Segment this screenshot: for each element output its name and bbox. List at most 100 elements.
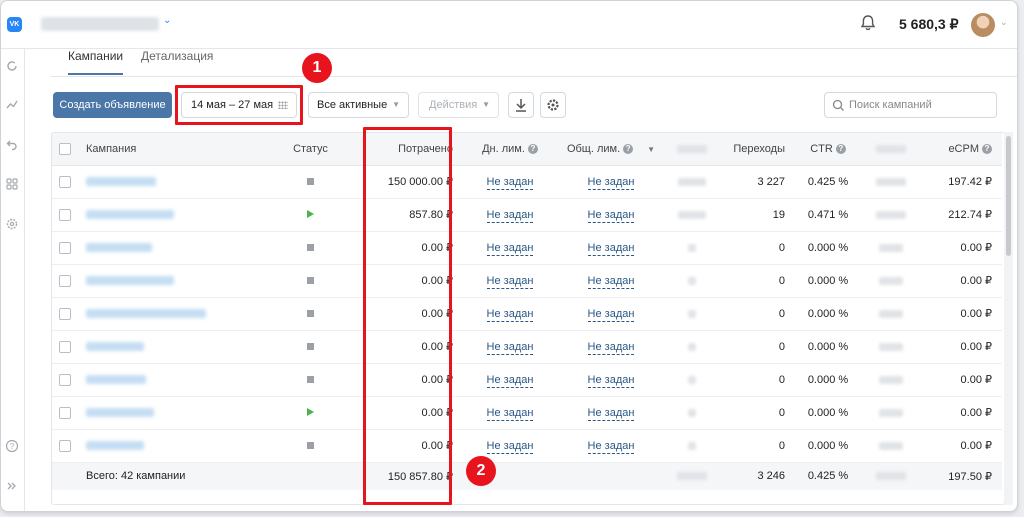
campaign-name-blurred[interactable] <box>86 210 174 220</box>
campaign-name-blurred[interactable] <box>86 243 152 253</box>
table-row[interactable]: 0.00 ₽ Не задан Не задан 0 0.000 % 0.00 ₽ <box>52 363 1002 397</box>
campaign-name-blurred[interactable] <box>86 375 146 385</box>
refresh-icon[interactable] <box>5 59 19 73</box>
total-limit-link[interactable]: Не задан <box>587 340 635 355</box>
day-limit-link[interactable]: Не задан <box>486 340 534 355</box>
day-limit-link[interactable]: Не задан <box>486 274 534 289</box>
table-row[interactable]: 0.00 ₽ Не задан Не задан 0 0.000 % 0.00 ₽ <box>52 396 1002 430</box>
campaign-name-cell[interactable] <box>78 297 268 331</box>
campaign-name-blurred[interactable] <box>86 342 144 352</box>
campaign-name-blurred[interactable] <box>86 309 206 319</box>
row-checkbox[interactable] <box>59 208 71 221</box>
play-status-icon[interactable] <box>307 209 314 218</box>
table-row[interactable]: 0.00 ₽ Не задан Не задан 0 0.000 % 0.00 ₽ <box>52 231 1002 265</box>
total-limit-link[interactable]: Не задан <box>587 406 635 421</box>
table-row[interactable]: 0.00 ₽ Не задан Не задан 0 0.000 % 0.00 ₽ <box>52 297 1002 331</box>
table-row[interactable]: 0.00 ₽ Не задан Не задан 0 0.000 % 0.00 ₽ <box>52 429 1002 463</box>
create-ad-button[interactable]: Создать объявление <box>53 92 172 118</box>
vk-logo[interactable]: VK <box>7 17 22 32</box>
col-campaign[interactable]: Кампания <box>78 133 268 166</box>
day-limit-link[interactable]: Не задан <box>486 241 534 256</box>
total-limit-link[interactable]: Не задан <box>587 175 635 190</box>
total-limit-link[interactable]: Не задан <box>587 373 635 388</box>
tab-details[interactable]: Детализация <box>141 49 213 73</box>
help-icon[interactable]: ? <box>623 143 634 154</box>
scrollbar-thumb[interactable] <box>1006 136 1011 256</box>
row-checkbox[interactable] <box>59 340 71 353</box>
campaign-name-cell[interactable] <box>78 264 268 298</box>
download-button[interactable] <box>508 92 534 118</box>
campaign-name-blurred[interactable] <box>86 177 156 187</box>
row-checkbox[interactable] <box>59 175 71 188</box>
select-all-checkbox[interactable] <box>59 142 71 155</box>
row-checkbox[interactable] <box>59 307 71 320</box>
help-icon[interactable]: ? <box>982 143 992 154</box>
chevron-down-icon[interactable]: ⌄ <box>163 15 171 26</box>
chevron-down-icon[interactable]: ⌄ <box>1000 17 1008 28</box>
stop-status-icon[interactable] <box>307 342 314 350</box>
total-limit-link[interactable]: Не задан <box>587 274 635 289</box>
col-day-limit[interactable]: Дн. лим.? <box>463 133 557 166</box>
table-row[interactable]: 857.80 ₽ Не задан Не задан 19 0.471 % 212.74 … <box>52 198 1002 232</box>
stop-status-icon[interactable] <box>307 243 314 251</box>
day-limit-link[interactable]: Не задан <box>486 439 534 454</box>
stop-status-icon[interactable] <box>307 441 314 449</box>
day-limit-link[interactable]: Не задан <box>486 307 534 322</box>
gear-icon[interactable] <box>5 217 19 231</box>
campaign-name-blurred[interactable] <box>86 276 174 286</box>
row-checkbox[interactable] <box>59 439 71 452</box>
col-clicks[interactable]: Переходы <box>719 133 795 166</box>
undo-icon[interactable] <box>5 137 19 151</box>
col-status[interactable]: Статус <box>268 133 353 166</box>
row-checkbox[interactable] <box>59 373 71 386</box>
table-row[interactable]: 150 000.00 ₽ Не задан Не задан 3 227 0.425 %… <box>52 165 1002 199</box>
status-filter-select[interactable]: Все активные ▼ <box>308 92 409 118</box>
total-limit-link[interactable]: Не задан <box>587 208 635 223</box>
help-icon[interactable]: ? <box>5 439 19 453</box>
campaign-name-cell[interactable] <box>78 330 268 364</box>
table-scrollbar[interactable] <box>1004 132 1013 505</box>
help-icon[interactable]: ? <box>835 143 846 154</box>
day-limit-link[interactable]: Не задан <box>486 175 534 190</box>
campaign-name-cell[interactable] <box>78 165 268 199</box>
campaign-name-blurred[interactable] <box>86 441 144 451</box>
campaign-search[interactable] <box>824 92 997 118</box>
campaign-name-cell[interactable] <box>78 363 268 397</box>
avatar[interactable] <box>971 13 995 37</box>
col-ecpm[interactable]: eCPM? <box>934 133 1002 166</box>
row-checkbox[interactable] <box>59 406 71 419</box>
help-icon[interactable]: ? <box>527 143 538 154</box>
search-input[interactable] <box>849 97 989 113</box>
bell-icon[interactable] <box>859 14 877 32</box>
day-limit-link[interactable]: Не задан <box>486 373 534 388</box>
stop-status-icon[interactable] <box>307 177 314 185</box>
table-row[interactable]: 0.00 ₽ Не задан Не задан 0 0.000 % 0.00 ₽ <box>52 330 1002 364</box>
settings-button[interactable] <box>540 92 566 118</box>
apps-icon[interactable] <box>5 177 19 191</box>
campaign-name-cell[interactable] <box>78 198 268 232</box>
row-checkbox[interactable] <box>59 241 71 254</box>
row-checkbox[interactable] <box>59 274 71 287</box>
table-row[interactable]: 0.00 ₽ Не задан Не задан 0 0.000 % 0.00 ₽ <box>52 264 1002 298</box>
stop-status-icon[interactable] <box>307 309 314 317</box>
expand-icon[interactable] <box>5 479 19 493</box>
col-total-limit[interactable]: Общ. лим.? ▼ <box>557 133 665 166</box>
campaign-name-cell[interactable] <box>78 231 268 265</box>
day-limit-link[interactable]: Не задан <box>486 406 534 421</box>
actions-select[interactable]: Действия ▼ <box>418 92 499 118</box>
stop-status-icon[interactable] <box>307 375 314 383</box>
campaign-name-cell[interactable] <box>78 429 268 463</box>
caret-down-icon[interactable]: ▼ <box>647 145 655 154</box>
day-limit-link[interactable]: Не задан <box>486 208 534 223</box>
tab-campaigns[interactable]: Кампании <box>68 49 124 75</box>
campaign-name-blurred[interactable] <box>86 408 154 418</box>
col-ctr[interactable]: CTR? <box>795 133 861 166</box>
stop-status-icon[interactable] <box>307 276 314 284</box>
campaign-name-cell[interactable] <box>78 396 268 430</box>
play-status-icon[interactable] <box>307 407 314 416</box>
total-limit-link[interactable]: Не задан <box>587 439 635 454</box>
total-limit-link[interactable]: Не задан <box>587 241 635 256</box>
stats-icon[interactable] <box>5 97 19 111</box>
account-balance[interactable]: 5 680,3 ₽ <box>899 16 959 33</box>
total-limit-link[interactable]: Не задан <box>587 307 635 322</box>
